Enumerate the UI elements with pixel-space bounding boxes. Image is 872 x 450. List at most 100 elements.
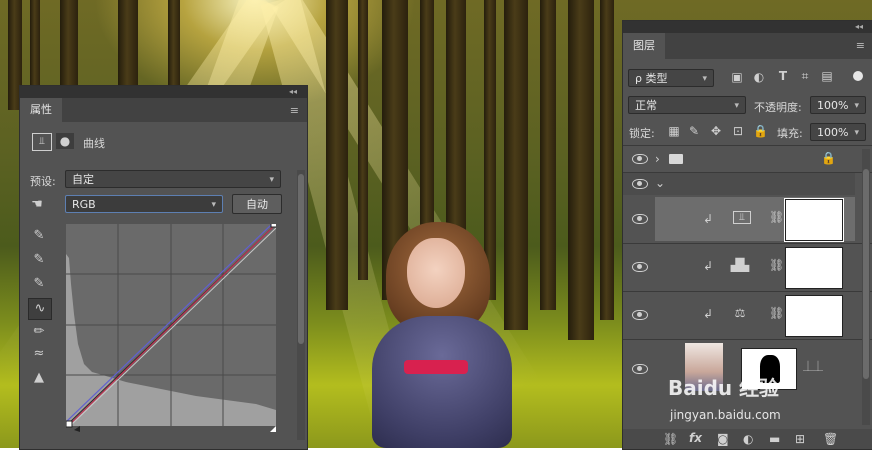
pencil-tool-icon[interactable]: ✏: [28, 322, 50, 342]
preset-dropdown[interactable]: 自定 ▾: [65, 170, 281, 188]
channel-dropdown[interactable]: RGB ▾: [65, 195, 223, 213]
smooth-curve-icon[interactable]: ≈: [28, 344, 50, 364]
chevron-down-icon[interactable]: ⌄: [655, 176, 665, 190]
scrollbar-thumb[interactable]: [298, 174, 304, 344]
lock-transparent-icon[interactable]: ▦: [667, 124, 681, 138]
tab-layers[interactable]: 图层: [623, 33, 665, 59]
adjustment-icon[interactable]: ◐: [743, 432, 753, 446]
lock-image-icon[interactable]: ✎: [687, 124, 701, 138]
chevron-down-icon: ▾: [734, 101, 739, 111]
panel-menu-icon[interactable]: ≡: [290, 104, 299, 117]
watermark-logo: Baidu 经验: [668, 376, 780, 400]
curves-adjustment-icon[interactable]: ⫫: [32, 133, 52, 151]
white-point-eyedropper-icon[interactable]: ✎: [28, 274, 50, 294]
lock-label: 锁定:: [629, 127, 655, 140]
black-input-slider[interactable]: [74, 426, 80, 432]
link-layers-icon[interactable]: ⛓: [663, 432, 678, 446]
layers-scrollbar[interactable]: [862, 149, 870, 425]
divider: [623, 145, 872, 146]
trash-icon[interactable]: 🗑: [823, 432, 838, 446]
tree-trunk: [504, 0, 528, 330]
target-adjust-hand-icon[interactable]: ☚: [26, 195, 48, 215]
clip-arrow-icon: ↲: [703, 212, 714, 226]
tab-properties[interactable]: 属性: [20, 98, 62, 122]
histogram-mini-icon: ⏊⏊: [803, 362, 823, 373]
fx-icon[interactable]: fx: [689, 431, 702, 445]
layer-filter-dropdown[interactable]: ρ 类型 ▾: [628, 69, 714, 87]
chevron-down-icon: ▾: [854, 128, 859, 138]
layers-bottom-toolbar: ⛓ fx ◙ ◐ ▬ ⊞ 🗑: [623, 429, 872, 449]
visibility-eye-icon[interactable]: [632, 310, 648, 320]
preset-value: 自定: [72, 173, 94, 186]
tree-trunk: [326, 0, 348, 310]
chevron-down-icon: ▾: [702, 74, 707, 84]
girl-dress: [372, 316, 512, 448]
lock-all-icon[interactable]: 🔒: [753, 124, 768, 138]
shape-layer-filter-icon[interactable]: ⌗: [797, 69, 813, 84]
folder-icon: [669, 154, 683, 164]
layer-mask-thumbnail[interactable]: [785, 247, 843, 289]
properties-scrollbar[interactable]: [297, 170, 305, 440]
opacity-field[interactable]: 100% ▾: [810, 96, 866, 114]
visibility-eye-icon[interactable]: [632, 262, 648, 272]
type-layer-filter-icon[interactable]: T: [775, 69, 791, 83]
tree-trunk: [168, 0, 180, 90]
curve-point[interactable]: [66, 420, 73, 428]
smart-object-filter-icon[interactable]: ▤: [819, 69, 835, 83]
curve-point[interactable]: [270, 224, 276, 228]
chevron-right-icon[interactable]: ›: [655, 152, 660, 166]
lock-position-icon[interactable]: ✥: [709, 124, 723, 138]
clip-arrow-icon: ↲: [703, 259, 714, 273]
chain-link-icon[interactable]: ⛓: [769, 210, 784, 224]
layers-tabbar: 图层 ≡: [623, 33, 872, 59]
gray-point-eyedropper-icon[interactable]: ✎: [28, 250, 50, 270]
curve-point-tool-icon[interactable]: ∿: [28, 298, 52, 320]
panel-menu-icon[interactable]: ≡: [856, 39, 865, 52]
tree-trunk: [60, 0, 78, 95]
tree-trunk: [568, 0, 594, 340]
lock-icon: 🔒: [821, 151, 836, 165]
layer-row-color-balance[interactable]: ↲ ⚖ ⛓: [623, 292, 855, 338]
white-input-slider[interactable]: [270, 426, 276, 432]
chevron-down-icon: ▾: [854, 101, 859, 111]
layer-row-group-expanded[interactable]: ⌄: [623, 173, 855, 195]
add-mask-icon[interactable]: ◙: [717, 432, 729, 446]
panel-title: 曲线: [83, 137, 105, 150]
fill-value: 100%: [817, 126, 849, 139]
visibility-eye-icon[interactable]: [632, 179, 648, 189]
lock-artboard-icon[interactable]: ⊡: [731, 124, 745, 138]
layer-row-levels[interactable]: ↲ ▟▙ ⛓: [623, 244, 855, 290]
layer-mask-thumbnail[interactable]: [784, 198, 844, 242]
clipping-warning-icon[interactable]: ▲: [28, 368, 50, 388]
new-layer-icon[interactable]: ⊞: [795, 432, 805, 446]
auto-button[interactable]: 自动: [232, 194, 282, 214]
tree-trunk: [540, 0, 556, 310]
panel-collapse-bar[interactable]: ◂◂: [623, 21, 872, 33]
visibility-eye-icon[interactable]: [632, 154, 648, 164]
fill-label: 填充:: [777, 127, 803, 140]
tree-trunk: [600, 0, 614, 320]
layer-row-group[interactable]: › 🔒: [623, 147, 855, 171]
scrollbar-thumb[interactable]: [863, 169, 869, 379]
chain-link-icon[interactable]: ⛓: [769, 258, 784, 272]
visibility-eye-icon[interactable]: [632, 214, 648, 224]
chevron-down-icon: ▾: [211, 200, 216, 210]
color-balance-icon: ⚖: [734, 306, 746, 320]
fill-field[interactable]: 100% ▾: [810, 123, 866, 141]
blend-mode-value: 正常: [635, 99, 657, 112]
panel-collapse-bar[interactable]: ◂◂: [20, 86, 307, 98]
layer-mask-thumbnail[interactable]: [785, 295, 843, 337]
curves-graph[interactable]: [66, 224, 276, 432]
blend-mode-dropdown[interactable]: 正常 ▾: [628, 96, 746, 114]
chevron-down-icon: ▾: [269, 175, 274, 185]
opacity-value: 100%: [817, 99, 849, 112]
pixel-layer-filter-icon[interactable]: ▣: [729, 70, 745, 84]
filter-toggle-icon[interactable]: [853, 71, 863, 81]
black-point-eyedropper-icon[interactable]: ✎: [28, 226, 50, 246]
group-folder-icon[interactable]: ▬: [769, 432, 780, 446]
properties-tabbar: 属性 ≡: [20, 98, 307, 122]
layer-mask-icon[interactable]: ●: [56, 133, 74, 149]
adjustment-layer-filter-icon[interactable]: ◐: [751, 70, 767, 84]
visibility-eye-icon[interactable]: [632, 364, 648, 374]
chain-link-icon[interactable]: ⛓: [769, 306, 784, 320]
